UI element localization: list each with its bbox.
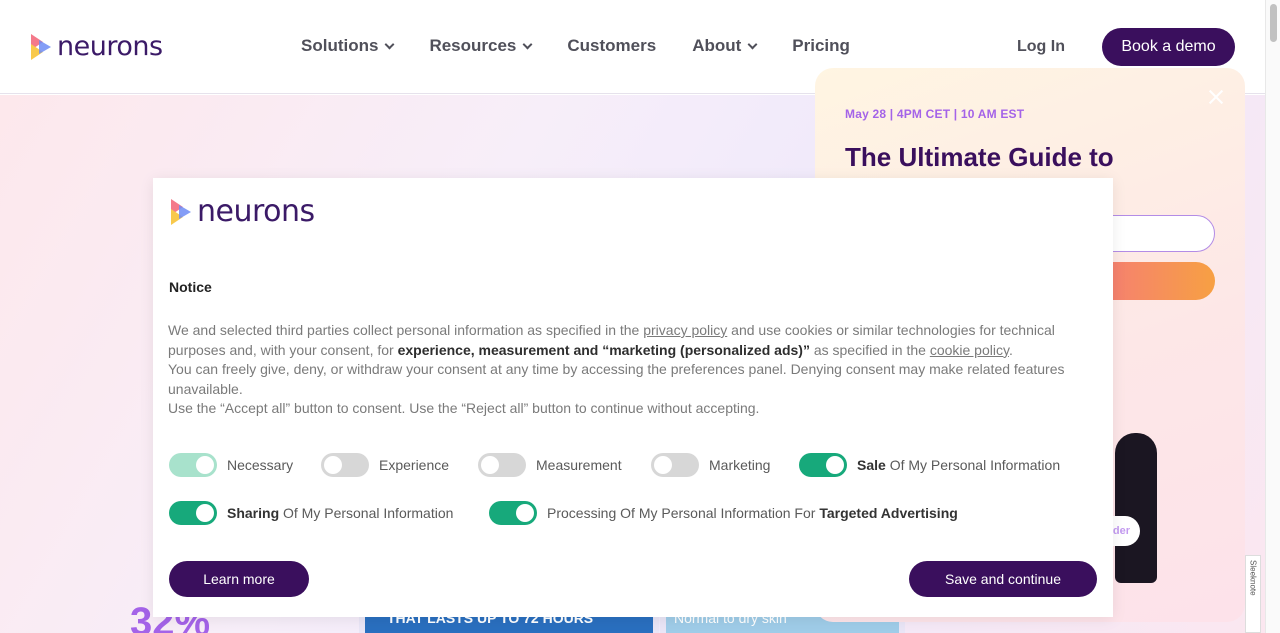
toggle-processing[interactable]: Processing Of My Personal Information Fo… [489, 501, 958, 525]
cookie-consent-dialog: neurons Notice We and selected third par… [153, 178, 1113, 617]
consent-logo-text: neurons [197, 194, 315, 229]
nav-customers[interactable]: Customers [567, 36, 656, 56]
toggle-measurement[interactable]: Measurement [478, 453, 622, 477]
neurons-logo-icon [31, 33, 51, 60]
processing-label-bold: Targeted Advertising [819, 505, 958, 521]
nav-about[interactable]: About [692, 36, 758, 56]
notice-paragraph: You can freely give, deny, or withdraw y… [168, 361, 1065, 397]
nav-customers-label: Customers [567, 36, 657, 55]
processing-switch[interactable] [489, 501, 537, 525]
switch-knob [196, 456, 214, 474]
toggle-sharing[interactable]: Sharing Of My Personal Information [169, 501, 453, 525]
notice-body: We and selected third parties collect pe… [168, 321, 1093, 419]
sale-label-rest: Of My Personal Information [885, 457, 1061, 473]
notice-text: . [1008, 341, 1013, 358]
sleeknote-badge[interactable]: Sleeknote [1245, 555, 1261, 633]
notice-paragraph: We and selected third parties collect pe… [168, 321, 1093, 360]
nav-resources-label: Resources [429, 36, 517, 55]
sale-label: Sale Of My Personal Information [857, 457, 1060, 473]
toggle-sale[interactable]: Sale Of My Personal Information [799, 453, 1060, 477]
notice-purposes: experience, measurement and “marketing (… [397, 341, 810, 358]
page-scrollbar[interactable] [1265, 0, 1280, 633]
book-demo-button[interactable]: Book a demo [1102, 28, 1235, 66]
switch-knob [481, 456, 499, 474]
notice-paragraph: Use the “Accept all” button to consent. … [168, 400, 760, 417]
toggle-marketing[interactable]: Marketing [651, 453, 770, 477]
switch-knob [324, 456, 342, 474]
measurement-label: Measurement [536, 457, 622, 473]
experience-switch[interactable] [321, 453, 369, 477]
cookie-policy-link[interactable]: cookie policy [930, 342, 1009, 358]
sale-switch[interactable] [799, 453, 847, 477]
necessary-label: Necessary [227, 457, 294, 473]
sharing-label-bold: Sharing [227, 505, 280, 521]
nav-resources[interactable]: Resources [429, 36, 533, 56]
consent-logo: neurons [169, 194, 315, 229]
learn-more-button[interactable]: Learn more [169, 561, 309, 597]
nav-pricing[interactable]: Pricing [792, 36, 850, 56]
switch-knob [196, 504, 214, 522]
switch-knob [516, 504, 534, 522]
speaker-image [1115, 433, 1157, 583]
logo-text: neurons [57, 31, 163, 62]
toggle-necessary: Necessary [169, 453, 293, 477]
nav-solutions-label: Solutions [301, 36, 379, 55]
chevron-down-icon [747, 39, 758, 49]
privacy-policy-link[interactable]: privacy policy [643, 322, 727, 338]
experience-label: Experience [379, 457, 450, 473]
sale-label-bold: Sale [857, 457, 886, 473]
notice-title: Notice [169, 279, 212, 295]
site-logo[interactable]: neurons [29, 31, 163, 62]
sharing-switch[interactable] [169, 501, 217, 525]
login-link[interactable]: Log In [1017, 38, 1065, 56]
processing-label: Processing Of My Personal Information Fo… [547, 505, 958, 521]
chevron-down-icon [522, 39, 533, 49]
switch-knob [826, 456, 844, 474]
notice-text: as specified in the [809, 341, 930, 358]
scrollbar-thumb[interactable] [1270, 4, 1277, 42]
switch-knob [654, 456, 672, 474]
marketing-label: Marketing [709, 457, 771, 473]
toggle-experience[interactable]: Experience [321, 453, 449, 477]
nav-pricing-label: Pricing [792, 36, 850, 55]
marketing-switch[interactable] [651, 453, 699, 477]
chevron-down-icon [385, 39, 395, 49]
neurons-logo-icon [171, 198, 191, 225]
promo-date: May 28 | 4PM CET | 10 AM EST [845, 107, 1025, 121]
save-and-continue-button[interactable]: Save and continue [909, 561, 1097, 597]
measurement-switch[interactable] [478, 453, 526, 477]
necessary-switch [169, 453, 217, 477]
nav-solutions[interactable]: Solutions [301, 36, 395, 56]
sharing-label: Sharing Of My Personal Information [227, 505, 453, 521]
sharing-label-rest: Of My Personal Information [279, 505, 454, 521]
nav-about-label: About [692, 36, 742, 55]
close-icon[interactable] [1208, 89, 1224, 105]
processing-label-rest: Processing Of My Personal Information Fo… [547, 505, 820, 521]
notice-text: We and selected third parties collect pe… [168, 322, 644, 338]
main-nav: Solutions Resources Customers About Pric… [301, 36, 886, 56]
